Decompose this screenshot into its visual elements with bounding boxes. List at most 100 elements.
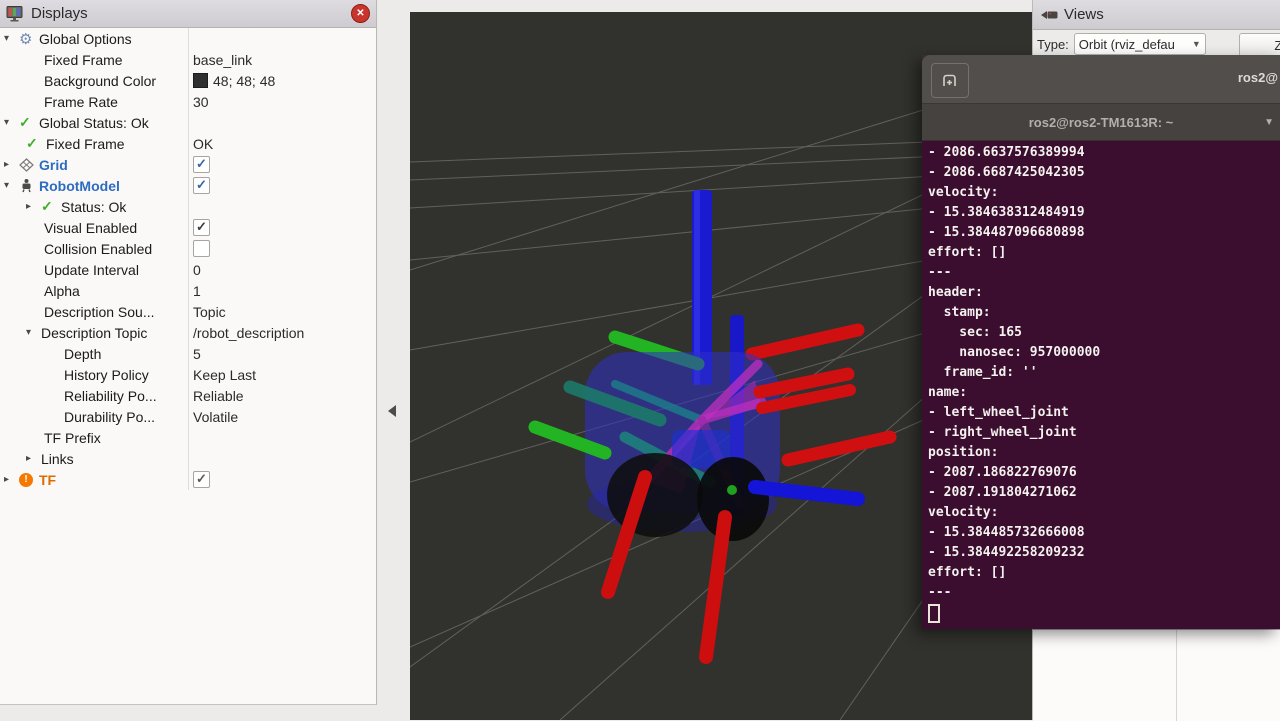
terminal-titlebar[interactable]: ros2@ — [922, 55, 1280, 104]
tree-row-reliability-po[interactable]: Reliability Po...Reliable — [0, 385, 376, 406]
terminal-line: nanosec: 957000000 — [928, 343, 1280, 363]
row-name-cell: Update Interval — [0, 262, 188, 278]
row-value-cell: Volatile — [188, 409, 376, 425]
row-label: Visual Enabled — [44, 220, 137, 236]
row-name-cell: TF Prefix — [0, 430, 188, 446]
check-icon: ✓ — [26, 135, 46, 152]
tree-row-status-ok[interactable]: ▸✓Status: Ok — [0, 196, 376, 217]
terminal-line: effort: [] — [928, 243, 1280, 263]
row-name-cell: ▾RobotModel — [0, 178, 188, 194]
row-value: /robot_description — [193, 325, 304, 341]
new-tab-icon — [941, 73, 959, 88]
tree-row-tf[interactable]: ▸!TF✓ — [0, 469, 376, 490]
row-name-cell: ▸Grid — [0, 157, 188, 173]
terminal-line: --- — [928, 583, 1280, 603]
check-mark-icon: ✓ — [196, 220, 207, 233]
tree-row-visual-enabled[interactable]: Visual Enabled ✓ — [0, 217, 376, 238]
row-value-cell: base_link — [188, 52, 376, 68]
tree-row-alpha[interactable]: Alpha1 — [0, 280, 376, 301]
tree-row-description-topic[interactable]: ▾Description Topic/robot_description — [0, 322, 376, 343]
row-label: Alpha — [44, 283, 80, 299]
color-swatch — [193, 73, 208, 88]
row-name-cell: Frame Rate — [0, 94, 188, 110]
terminal-line: - 2087.191804271062 — [928, 483, 1280, 503]
terminal-line: --- — [928, 263, 1280, 283]
terminal-line: velocity: — [928, 183, 1280, 203]
collapse-panel-handle[interactable] — [388, 405, 396, 417]
tree-row-robotmodel[interactable]: ▾RobotModel ✓ — [0, 175, 376, 196]
views-column-divider — [1176, 630, 1177, 721]
tree-row-collision-enabled[interactable]: Collision Enabled — [0, 238, 376, 259]
terminal-line: frame_id: '' — [928, 363, 1280, 383]
expand-arrow-icon[interactable]: ▾ — [4, 33, 19, 44]
expand-arrow-icon[interactable]: ▸ — [4, 474, 19, 485]
row-name-cell: ▾⚙Global Options — [0, 30, 188, 48]
row-label: Description Topic — [41, 325, 147, 341]
tree-row-links[interactable]: ▸Links — [0, 448, 376, 469]
tree-row-grid[interactable]: ▸Grid ✓ — [0, 154, 376, 175]
tree-row-background-color[interactable]: Background Color48; 48; 48 — [0, 70, 376, 91]
new-tab-button[interactable] — [931, 63, 969, 98]
row-value-cell: ✓ — [188, 471, 376, 488]
row-name-cell: Alpha — [0, 283, 188, 299]
tab-list-chevron-icon[interactable]: ▼ — [1264, 117, 1274, 128]
close-panel-button[interactable]: ✕ — [351, 4, 370, 23]
displays-icon — [6, 6, 24, 22]
expand-arrow-icon[interactable]: ▸ — [26, 201, 41, 212]
terminal-tab[interactable]: ros2@ros2-TM1613R: ~ — [1029, 115, 1174, 130]
row-label: Depth — [64, 346, 101, 362]
expand-arrow-icon[interactable]: ▾ — [26, 327, 41, 338]
tree-row-description-sou[interactable]: Description Sou...Topic — [0, 301, 376, 322]
terminal-line: effort: [] — [928, 563, 1280, 583]
check-mark-icon: ✓ — [196, 178, 207, 191]
row-value-cell: 5 — [188, 346, 376, 362]
row-value-cell: 0 — [188, 262, 376, 278]
row-value-cell — [188, 240, 376, 257]
terminal-output[interactable]: - 2086.6637576389994- 2086.6687425042305… — [922, 141, 1280, 629]
expand-arrow-icon[interactable]: ▾ — [4, 117, 19, 128]
robot-icon — [19, 178, 39, 193]
expand-arrow-icon[interactable]: ▸ — [26, 453, 41, 464]
expand-arrow-icon[interactable]: ▾ — [4, 180, 19, 191]
terminal-line: position: — [928, 443, 1280, 463]
row-label: Background Color — [44, 73, 156, 89]
views-list-area[interactable] — [1033, 629, 1280, 721]
row-label: Collision Enabled — [44, 241, 152, 257]
row-label: Fixed Frame — [44, 52, 123, 68]
checkbox[interactable]: ✓ — [193, 219, 210, 236]
checkbox[interactable] — [193, 240, 210, 257]
row-name-cell: Collision Enabled — [0, 241, 188, 257]
tree-row-depth[interactable]: Depth 5 — [0, 343, 376, 364]
terminal-line: name: — [928, 383, 1280, 403]
tree-row-frame-rate[interactable]: Frame Rate 30 — [0, 91, 376, 112]
row-value: 30 — [193, 94, 209, 110]
tree-row-global-status-ok[interactable]: ▾✓Global Status: Ok — [0, 112, 376, 133]
terminal-line: - 2086.6637576389994 — [928, 143, 1280, 163]
view-type-value: Orbit (rviz_defau — [1079, 37, 1175, 52]
checkbox[interactable]: ✓ — [193, 471, 210, 488]
check-icon: ✓ — [19, 114, 39, 131]
tree-row-history-policy[interactable]: History PolicyKeep Last — [0, 364, 376, 385]
tree-row-tf-prefix[interactable]: TF Prefix — [0, 427, 376, 448]
row-label: Links — [41, 451, 74, 467]
row-value-cell: OK — [188, 136, 376, 152]
checkbox[interactable]: ✓ — [193, 177, 210, 194]
displays-panel-header: Displays ✕ — [0, 0, 376, 28]
row-name-cell: Fixed Frame — [0, 52, 188, 68]
tree-row-fixed-frame[interactable]: Fixed Frame base_link — [0, 49, 376, 70]
row-label: Frame Rate — [44, 94, 118, 110]
row-label: Fixed Frame — [46, 136, 125, 152]
view-type-dropdown[interactable]: Orbit (rviz_defau ▼ — [1074, 33, 1206, 55]
tree-row-update-interval[interactable]: Update Interval0 — [0, 259, 376, 280]
row-label: Description Sou... — [44, 304, 155, 320]
expand-arrow-icon[interactable]: ▸ — [4, 159, 19, 170]
tree-row-global-options[interactable]: ▾⚙Global Options — [0, 28, 376, 49]
zero-button[interactable]: Ze — [1239, 33, 1280, 57]
checkbox[interactable]: ✓ — [193, 156, 210, 173]
terminal-line: - 2086.6687425042305 — [928, 163, 1280, 183]
row-label: History Policy — [64, 367, 149, 383]
tree-row-durability-po[interactable]: Durability Po...Volatile — [0, 406, 376, 427]
tree-row-fixed-frame[interactable]: ✓Fixed Frame OK — [0, 133, 376, 154]
terminal-lines: - 2086.6637576389994- 2086.6687425042305… — [928, 143, 1280, 603]
terminal-line: - 15.384485732666008 — [928, 523, 1280, 543]
